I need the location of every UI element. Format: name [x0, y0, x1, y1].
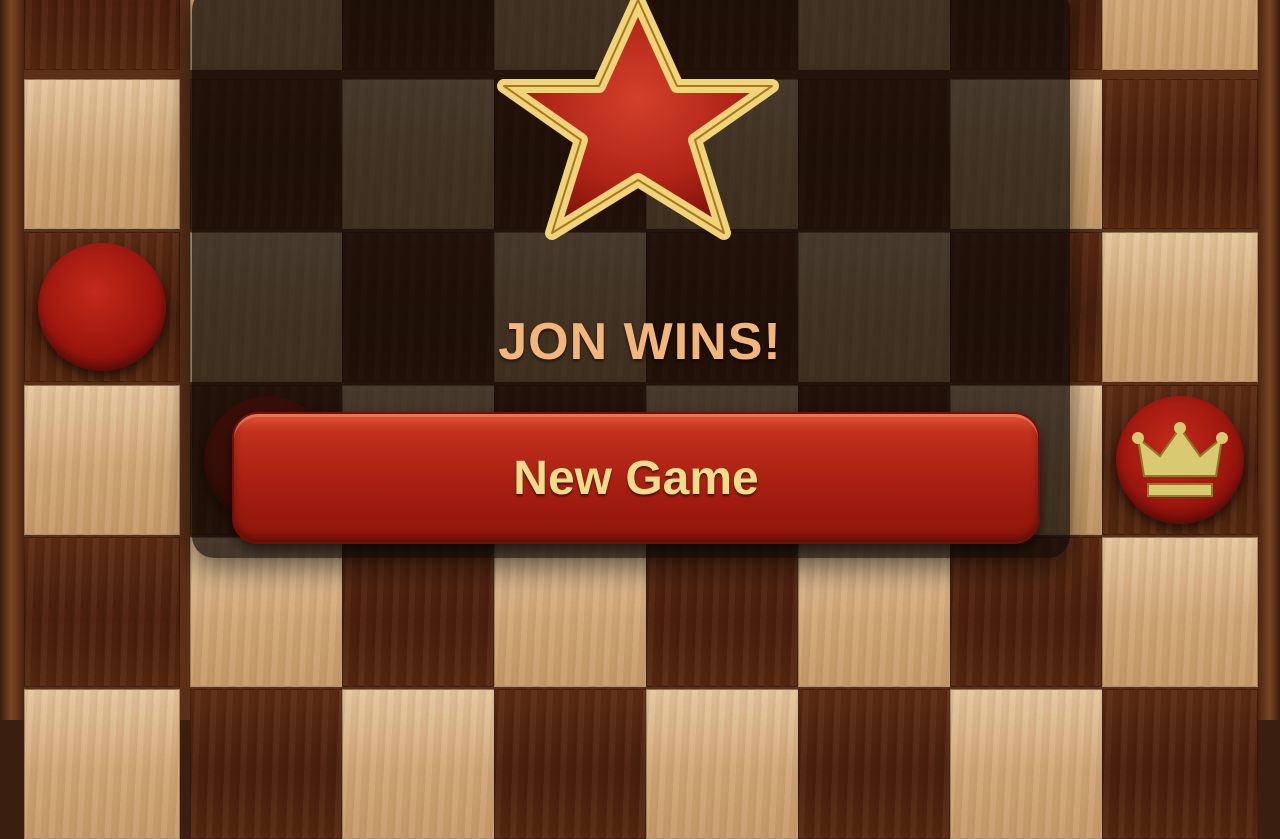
dark-square[interactable]: [646, 537, 802, 687]
light-square[interactable]: [24, 79, 180, 229]
dark-square[interactable]: [24, 537, 180, 687]
dark-square[interactable]: [342, 537, 498, 687]
light-square[interactable]: [1102, 0, 1258, 70]
dark-square[interactable]: [1102, 689, 1258, 839]
dark-square[interactable]: [190, 689, 346, 839]
dark-square[interactable]: [24, 0, 180, 70]
light-square[interactable]: [798, 537, 954, 687]
light-square[interactable]: [190, 537, 346, 687]
crown-icon: [1132, 422, 1228, 497]
light-square[interactable]: [24, 689, 180, 839]
light-square[interactable]: [494, 537, 650, 687]
new-game-label: New Game: [513, 451, 759, 505]
light-square[interactable]: [24, 385, 180, 535]
new-game-button[interactable]: New Game: [232, 412, 1040, 544]
light-square[interactable]: [646, 689, 802, 839]
dark-square[interactable]: [1102, 79, 1258, 229]
red-king-piece[interactable]: [1116, 396, 1244, 524]
dark-square[interactable]: [950, 537, 1106, 687]
light-square[interactable]: [342, 689, 498, 839]
dark-square[interactable]: [798, 689, 954, 839]
star-icon: [497, 0, 779, 240]
light-square[interactable]: [1102, 537, 1258, 687]
dark-square[interactable]: [494, 689, 650, 839]
light-square[interactable]: [950, 689, 1106, 839]
winner-title: JON WINS!: [498, 313, 782, 371]
